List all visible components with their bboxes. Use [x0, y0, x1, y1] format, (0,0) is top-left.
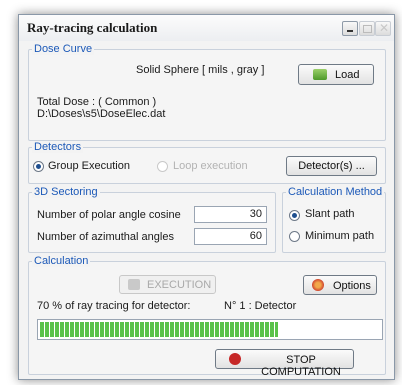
group-execution-radio[interactable] [33, 161, 44, 172]
options-button[interactable]: Options [303, 275, 377, 295]
options-label: Options [333, 280, 371, 292]
dose-file-path: D:\Doses\s5\DoseElec.dat [37, 108, 166, 120]
dose-curve-group: Dose Curve Solid Sphere [ mils , gray ] … [28, 43, 386, 141]
detectors-label: Detectors [32, 141, 84, 153]
calculation-label: Calculation [32, 255, 91, 267]
ray-tracing-status: 70 % of ray tracing for detector: [37, 300, 191, 312]
sectoring-label: 3D Sectoring [32, 186, 100, 198]
execution-button[interactable]: EXECUTION [119, 275, 216, 294]
detectors-button[interactable]: Detector(s) ... [286, 156, 377, 176]
progress-bar [37, 319, 383, 340]
loop-execution-label: Loop execution [173, 160, 248, 172]
group-execution-label: Group Execution [48, 160, 130, 172]
dose-curve-label: Dose Curve [32, 43, 95, 55]
calculation-method-label: Calculation Method [286, 186, 385, 198]
slant-path-label: Slant path [305, 208, 355, 220]
maximize-icon[interactable] [359, 21, 375, 36]
polar-angle-label: Number of polar angle cosine [37, 209, 181, 221]
options-icon [312, 279, 324, 291]
title-bar: Ray-tracing calculation ✕ [19, 15, 394, 41]
minimum-path-label: Minimum path [305, 230, 375, 242]
load-icon [313, 69, 327, 80]
azimuthal-angle-input[interactable]: 60 [194, 228, 267, 245]
window-title: Ray-tracing calculation [27, 20, 158, 35]
stop-computation-button[interactable]: STOP COMPUTATION [215, 349, 354, 378]
detectors-group: Detectors Group Execution Loop execution… [28, 141, 386, 184]
azimuthal-angle-label: Number of azimuthal angles [37, 231, 174, 243]
stop-computation-label: STOP COMPUTATION [261, 354, 341, 378]
close-icon[interactable]: ✕ [375, 21, 391, 36]
load-label: Load [335, 69, 360, 81]
dose-shape-text: Solid Sphere [ mils , gray ] [136, 64, 265, 76]
execution-icon [128, 279, 140, 290]
sectoring-group: 3D Sectoring Number of polar angle cosin… [28, 186, 276, 253]
calculation-method-group: Calculation Method Slant path Minimum pa… [282, 186, 386, 253]
slant-path-radio[interactable] [289, 210, 300, 221]
load-button[interactable]: Load [298, 64, 374, 85]
progress-fill [40, 322, 278, 337]
ray-tracing-window: Ray-tracing calculation ✕ Dose Curve Sol… [18, 14, 395, 380]
polar-angle-input[interactable]: 30 [194, 206, 267, 223]
execution-label: EXECUTION [147, 279, 212, 291]
minimum-path-radio[interactable] [289, 231, 300, 242]
minimize-icon[interactable] [342, 21, 358, 36]
stop-icon [229, 353, 241, 365]
loop-execution-radio[interactable] [157, 161, 168, 172]
total-dose-text: Total Dose : ( Common ) [37, 96, 157, 108]
detector-name-text: N° 1 : Detector [224, 300, 297, 312]
